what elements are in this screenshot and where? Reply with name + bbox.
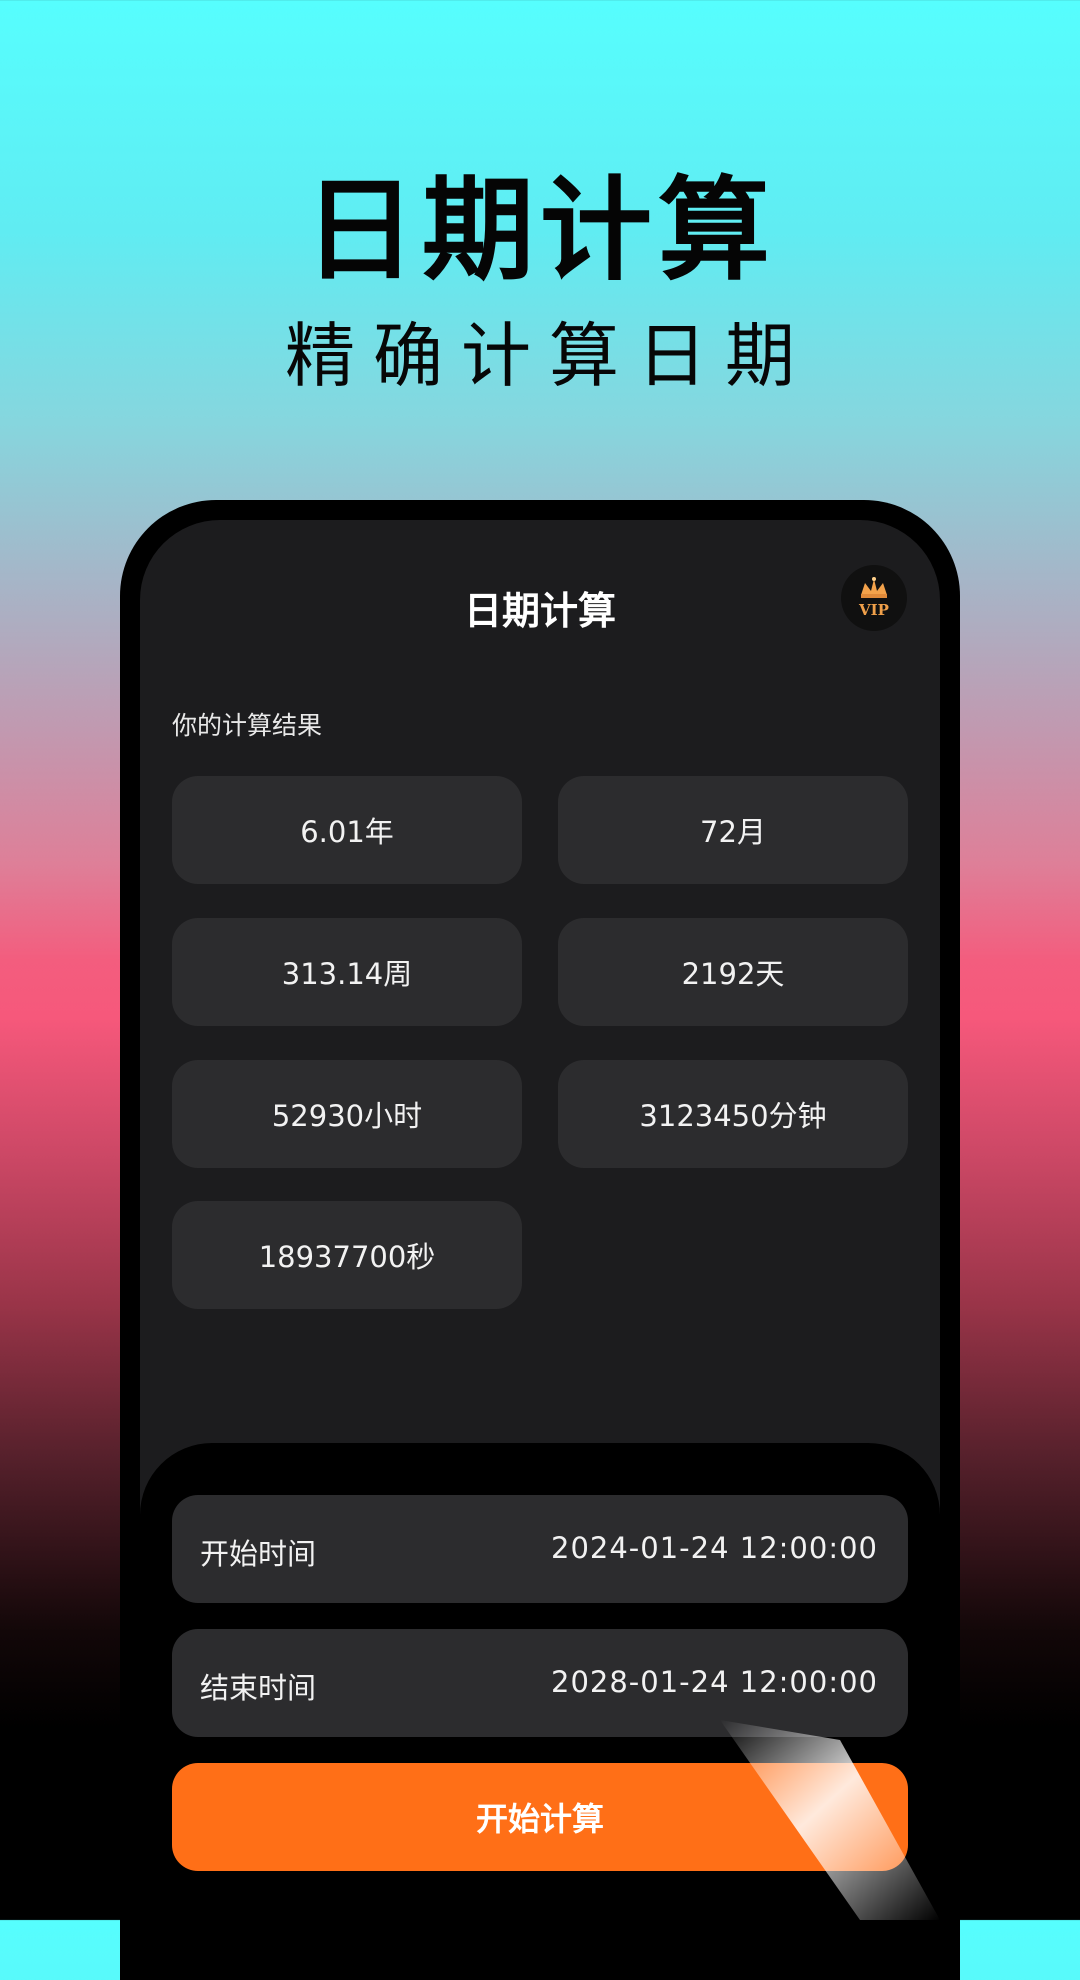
start-time-label: 开始时间 [200,1537,317,1571]
results-label: 你的计算结果 [172,711,323,740]
end-time-value: 2028-01-24 12:00:00 [551,1665,878,1699]
result-days: 2192天 [558,918,908,1026]
result-minutes: 3123450分钟 [558,1060,908,1168]
end-time-label: 结束时间 [200,1671,317,1705]
vip-text: VIP [858,601,889,619]
result-seconds: 18937700秒 [172,1201,522,1309]
result-months: 72月 [558,776,908,884]
start-calc-button[interactable]: 开始计算 [172,1763,908,1871]
vip-button[interactable]: VIP [841,565,907,631]
app-title: 日期计算 [463,589,616,633]
hero-subtitle: 精确计算日期 [285,315,813,397]
end-time-field[interactable]: 结束时间 2028-01-24 12:00:00 [172,1629,908,1737]
result-weeks: 313.14周 [172,918,522,1026]
result-years: 6.01年 [172,776,522,884]
hero-title: 日期计算 [304,166,776,296]
start-time-field[interactable]: 开始时间 2024-01-24 12:00:00 [172,1495,908,1603]
result-hours: 52930小时 [172,1060,522,1168]
phone-screen: 日期计算 VIP 你的计算结果 6.01年 72月 313.14周 2192天 … [140,520,940,1980]
start-time-value: 2024-01-24 12:00:00 [551,1531,878,1565]
vip-crown-icon: VIP [858,577,889,619]
